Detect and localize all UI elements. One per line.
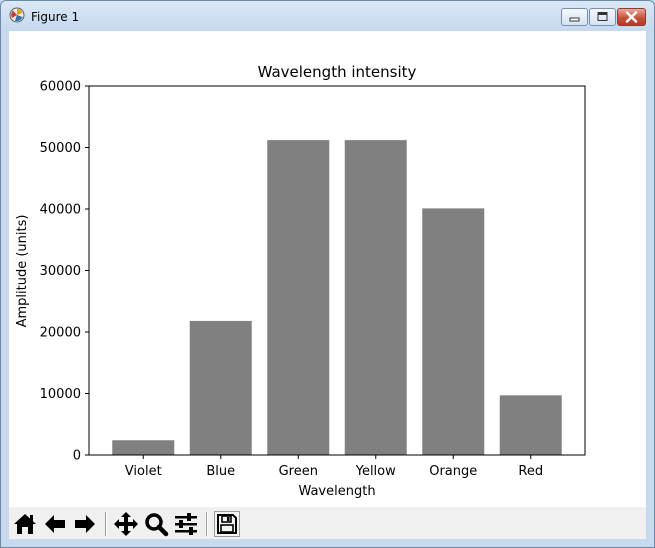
forward-arrow-icon xyxy=(75,515,95,533)
home-button[interactable] xyxy=(12,511,38,537)
forward-button[interactable] xyxy=(72,511,98,537)
bar-green xyxy=(267,140,330,455)
chart-title: Wavelength intensity xyxy=(258,63,417,81)
x-axis-label: Wavelength xyxy=(298,484,375,499)
y-tick-label: 0 xyxy=(73,449,81,464)
subplots-config-icon xyxy=(175,513,197,535)
window-title: Figure 1 xyxy=(31,10,80,24)
save-button[interactable] xyxy=(214,511,240,537)
chart-canvas[interactable]: Wavelength intensity 0 10000 20000 30000 400… xyxy=(9,31,646,507)
close-icon xyxy=(625,11,638,23)
y-axis-label: Amplitude (units) xyxy=(15,215,30,328)
bar-orange xyxy=(422,208,485,455)
zoom-icon xyxy=(145,513,169,537)
back-button[interactable] xyxy=(42,511,68,537)
zoom-button[interactable] xyxy=(143,511,169,537)
x-tick-label-violet: Violet xyxy=(125,464,162,479)
app-icon xyxy=(9,7,25,23)
figure-canvas-area: Wavelength intensity 0 10000 20000 30000 400… xyxy=(9,31,646,539)
toolbar-separator xyxy=(105,512,107,536)
bar-yellow xyxy=(344,140,407,455)
pan-icon xyxy=(114,512,138,536)
save-icon xyxy=(217,514,237,534)
y-tick-label: 60000 xyxy=(40,80,81,95)
bar-violet xyxy=(112,440,175,455)
configure-subplots-button[interactable] xyxy=(173,511,199,537)
minimize-icon xyxy=(569,17,580,22)
figure-window: Figure 1 Wavelength intensity 0 10000 2000… xyxy=(0,0,655,548)
y-tick-label: 30000 xyxy=(40,264,81,279)
maximize-button[interactable] xyxy=(589,8,616,26)
minimize-button[interactable] xyxy=(561,8,588,26)
x-tick-label-orange: Orange xyxy=(429,464,477,479)
x-tick-label-blue: Blue xyxy=(206,464,235,479)
back-arrow-icon xyxy=(45,515,65,533)
home-icon xyxy=(14,514,36,534)
x-tick-label-green: Green xyxy=(279,464,318,479)
y-tick-label: 10000 xyxy=(40,387,81,402)
maximize-icon xyxy=(597,12,608,21)
navigation-toolbar xyxy=(9,507,646,539)
y-tick-label: 50000 xyxy=(40,141,81,156)
y-tick-label: 20000 xyxy=(40,326,81,341)
x-tick-label-yellow: Yellow xyxy=(355,464,396,479)
close-button[interactable] xyxy=(617,8,646,26)
toolbar-separator xyxy=(206,512,208,536)
bar-blue xyxy=(189,320,252,455)
x-tick-label-red: Red xyxy=(518,464,543,479)
title-bar[interactable]: Figure 1 xyxy=(1,1,654,31)
pan-button[interactable] xyxy=(113,511,139,537)
bar-red xyxy=(499,395,562,455)
y-tick-label: 40000 xyxy=(40,203,81,218)
